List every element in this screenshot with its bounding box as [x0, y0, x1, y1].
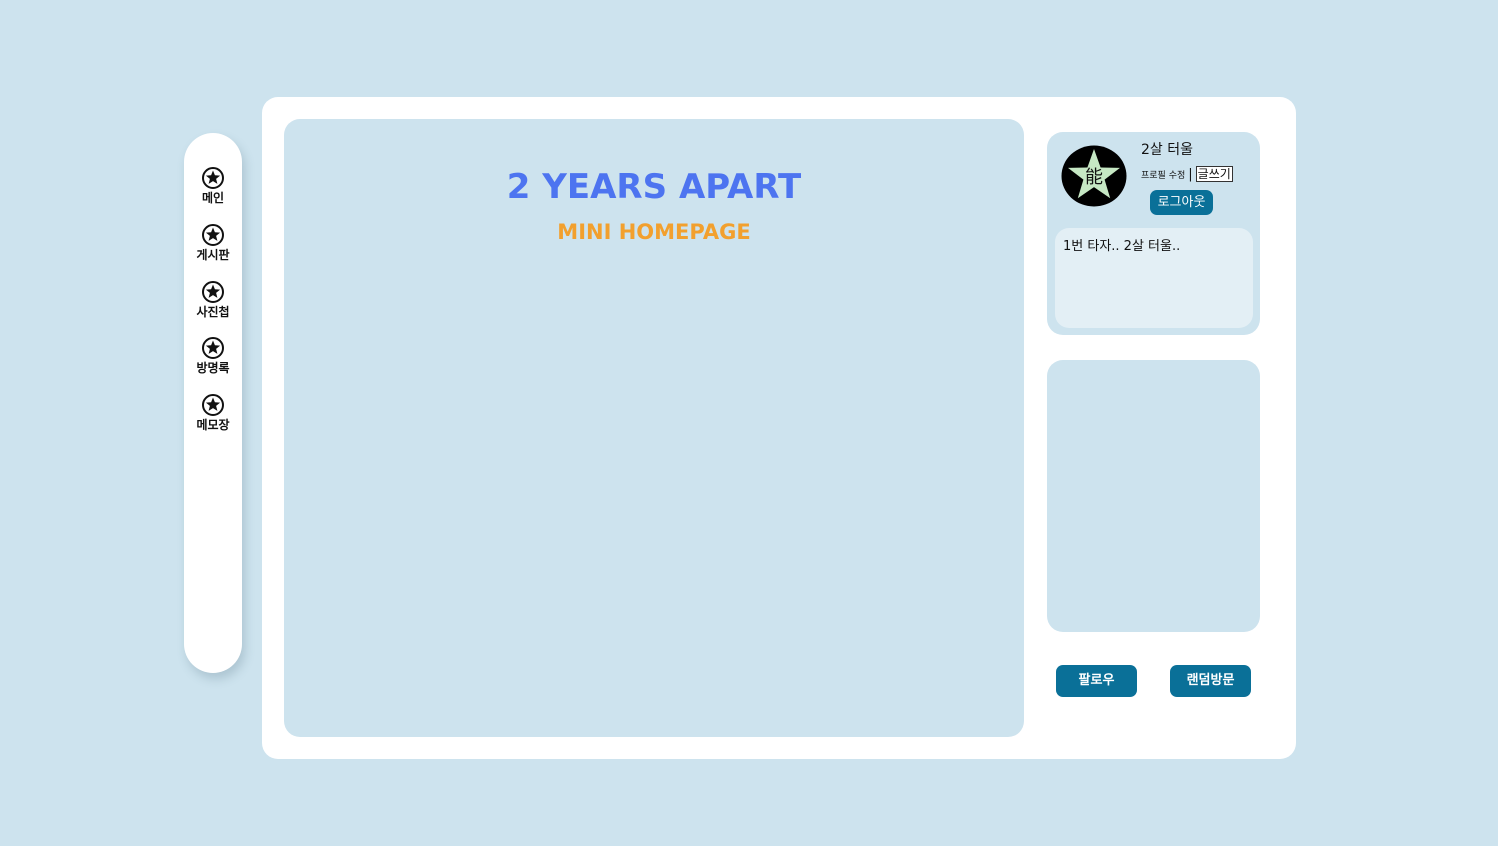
- star-icon: [202, 281, 224, 303]
- star-icon: [202, 337, 224, 359]
- nav-label-photos: 사진첩: [196, 305, 230, 319]
- separator: |: [1188, 166, 1193, 182]
- avatar: 能: [1061, 145, 1127, 207]
- profile-edit-row: 프로필 수정 | 글쓰기: [1141, 164, 1233, 184]
- profile-card: 能 2살 터울 프로필 수정 | 글쓰기 로그아웃 1번 타자.. 2살 터울.…: [1047, 132, 1260, 335]
- bio-box: 1번 타자.. 2살 터울..: [1055, 228, 1253, 328]
- nav-item-guestbook[interactable]: 방명록: [184, 336, 242, 375]
- profile-nickname: 2살 터울: [1141, 142, 1193, 158]
- star-icon: [202, 224, 224, 246]
- edit-profile-link[interactable]: 프로필 수정: [1141, 168, 1185, 181]
- bio-text: 1번 타자.. 2살 터울..: [1063, 239, 1181, 254]
- page-subtitle: MINI HOMEPAGE: [557, 220, 751, 244]
- nav-item-board[interactable]: 게시판: [184, 223, 242, 262]
- avatar-glyph: 能: [1085, 167, 1103, 188]
- nav-label-board: 게시판: [196, 248, 230, 262]
- main-content: 2 YEARS APART MINI HOMEPAGE: [284, 119, 1024, 737]
- nav-item-main[interactable]: 메인: [184, 166, 242, 205]
- write-post-button[interactable]: 글쓰기: [1195, 166, 1233, 182]
- page-title: 2 YEARS APART: [506, 167, 802, 207]
- logout-button[interactable]: 로그아웃: [1150, 190, 1213, 215]
- nav-label-guestbook: 방명록: [196, 361, 230, 375]
- nav-label-memo: 메모장: [196, 418, 230, 432]
- nav-item-memo[interactable]: 메모장: [184, 393, 242, 432]
- follow-button[interactable]: 팔로우: [1056, 665, 1137, 697]
- homepage-frame: 2 YEARS APART MINI HOMEPAGE 能 2살 터울 프로필 …: [262, 97, 1296, 759]
- nav-item-photos[interactable]: 사진첩: [184, 280, 242, 319]
- star-icon: [202, 394, 224, 416]
- side-panel: [1047, 360, 1260, 632]
- random-visit-button[interactable]: 랜덤방문: [1170, 665, 1251, 697]
- sidebar-nav: 메인 게시판 사진첩 방명록 메모장: [184, 133, 242, 673]
- nav-label-main: 메인: [201, 191, 225, 205]
- star-icon: [202, 167, 224, 189]
